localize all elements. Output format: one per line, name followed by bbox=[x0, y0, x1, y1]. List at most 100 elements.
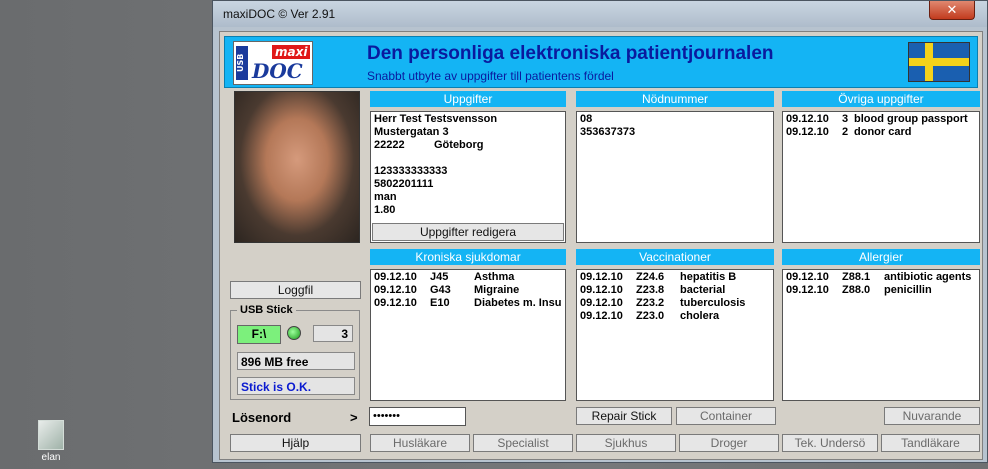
postal-code: 22222 bbox=[374, 139, 405, 151]
desktop-shortcut-label: elan bbox=[41, 452, 61, 463]
flag-cross-horizontal bbox=[909, 58, 969, 66]
stick-status: Stick is O.K. bbox=[237, 377, 355, 395]
specialist-button[interactable]: Specialist bbox=[473, 434, 573, 452]
item-code: Z88.0 bbox=[842, 284, 871, 296]
logo-usb-text: USB bbox=[236, 46, 248, 80]
page-subtitle: Snabbt utbyte av uppgifter till patiente… bbox=[367, 69, 614, 83]
list-item[interactable]: 09.12.10 2 donor card bbox=[786, 126, 976, 139]
help-button[interactable]: Hjälp bbox=[230, 434, 361, 452]
item-text: cholera bbox=[680, 310, 720, 322]
page-title: Den personliga elektroniska patientjourn… bbox=[367, 43, 774, 64]
vaccinationer-box: 09.12.10 Z24.6 hepatitis B 09.12.10 Z23.8 ba… bbox=[576, 269, 774, 401]
item-date: 09.12.10 bbox=[374, 297, 417, 309]
sjukhus-button[interactable]: Sjukhus bbox=[576, 434, 676, 452]
usb-stick-caption: USB Stick bbox=[237, 304, 296, 316]
item-text: antibiotic agents bbox=[884, 271, 972, 283]
item-code: Z88.1 bbox=[842, 271, 871, 283]
patient-name: Herr Test Testsvensson bbox=[374, 113, 498, 125]
item-code: J45 bbox=[430, 271, 449, 283]
item-date: 09.12.10 bbox=[786, 271, 829, 283]
password-arrow: > bbox=[350, 410, 358, 425]
city: Göteborg bbox=[434, 139, 484, 151]
usb-stick-group: USB Stick F:\ 3 896 MB free Stick is O.K… bbox=[230, 304, 360, 400]
item-date: 09.12.10 bbox=[580, 297, 623, 309]
kroniska-header: Kroniska sjukdomar bbox=[370, 249, 566, 265]
item-text: hepatitis B bbox=[680, 271, 737, 283]
logo-maxi-text: maxi bbox=[272, 45, 311, 59]
drive-letter: F:\ bbox=[237, 325, 281, 344]
uppgifter-header: Uppgifter bbox=[370, 91, 566, 107]
file-icon bbox=[38, 420, 64, 450]
item-date: 09.12.10 bbox=[580, 310, 623, 322]
item-text: bacterial bbox=[680, 284, 726, 296]
swedish-flag-icon[interactable] bbox=[908, 42, 970, 82]
patient-height: 1.80 bbox=[374, 204, 396, 216]
item-code: Z23.8 bbox=[636, 284, 665, 296]
password-input[interactable]: ••••••• bbox=[369, 407, 466, 426]
list-item[interactable]: 09.12.10 Z24.6 hepatitis B bbox=[580, 271, 770, 284]
item-code: G43 bbox=[430, 284, 451, 296]
title-bar[interactable]: maxiDOC © Ver 2.91 ✕ bbox=[213, 1, 987, 27]
patient-sex: man bbox=[374, 191, 397, 203]
item-text: Migraine bbox=[474, 284, 520, 296]
item-code: E10 bbox=[430, 297, 450, 309]
client-area: USB maxi DOC Den personliga elektroniska… bbox=[219, 31, 983, 460]
item-text: Diabetes m. Insu bbox=[474, 297, 562, 309]
tandlakare-button[interactable]: Tandläkare bbox=[881, 434, 980, 452]
list-item[interactable]: 09.12.10 Z23.0 cholera bbox=[580, 310, 770, 323]
item-text: penicillin bbox=[884, 284, 932, 296]
item-code: Z23.0 bbox=[636, 310, 665, 322]
item-text: Asthma bbox=[474, 271, 515, 283]
patient-postal-city: 22222 Göteborg bbox=[374, 139, 562, 152]
patient-phone: 123333333333 bbox=[374, 165, 448, 177]
free-space: 896 MB free bbox=[237, 352, 355, 370]
repair-stick-button[interactable]: Repair Stick bbox=[576, 407, 672, 425]
ovriga-header: Övriga uppgifter bbox=[782, 91, 980, 107]
logo-doc-text: DOC bbox=[252, 59, 303, 83]
list-item[interactable]: 09.12.10 3 blood group passport bbox=[786, 113, 976, 126]
emergency-number: 353637373 bbox=[580, 126, 636, 138]
droger-button[interactable]: Droger bbox=[679, 434, 779, 452]
nodnummer-box: 08 353637373 bbox=[576, 111, 774, 243]
maxidoc-logo: USB maxi DOC bbox=[233, 41, 313, 85]
uppgifter-redigera-button[interactable]: Uppgifter redigera bbox=[372, 223, 564, 241]
item-date: 09.12.10 bbox=[580, 271, 623, 283]
container-button[interactable]: Container bbox=[676, 407, 776, 425]
maxidoc-window: maxiDOC © Ver 2.91 ✕ USB maxi DOC Den pe… bbox=[212, 0, 988, 463]
ovriga-box: 09.12.10 3 blood group passport 09.12.10 2 d… bbox=[782, 111, 980, 243]
allergier-header: Allergier bbox=[782, 249, 980, 265]
list-item[interactable]: 09.12.10 G43 Migraine bbox=[374, 284, 562, 297]
nuvarande-button[interactable]: Nuvarande bbox=[884, 407, 980, 425]
patient-id: 5802201111 bbox=[374, 178, 434, 190]
list-item[interactable]: 09.12.10 Z88.1 antibiotic agents bbox=[786, 271, 976, 284]
emergency-number: 08 bbox=[580, 113, 593, 125]
item-date: 09.12.10 bbox=[786, 284, 829, 296]
list-item[interactable]: 09.12.10 J45 Asthma bbox=[374, 271, 562, 284]
patient-street: Mustergatan 3 bbox=[374, 126, 449, 138]
close-button[interactable]: ✕ bbox=[929, 1, 975, 20]
item-code: Z24.6 bbox=[636, 271, 665, 283]
item-date: 09.12.10 bbox=[786, 113, 829, 125]
tek-undersokning-button[interactable]: Tek. Undersö bbox=[782, 434, 878, 452]
loggfil-button[interactable]: Loggfil bbox=[230, 281, 361, 299]
desktop-shortcut-elan[interactable]: elan bbox=[34, 420, 68, 463]
password-label: Lösenord bbox=[232, 410, 292, 425]
list-item[interactable]: 09.12.10 Z23.2 tuberculosis bbox=[580, 297, 770, 310]
patient-photo bbox=[234, 91, 360, 243]
item-date: 09.12.10 bbox=[786, 126, 829, 138]
list-item[interactable]: 09.12.10 E10 Diabetes m. Insu bbox=[374, 297, 562, 310]
drive-count: 3 bbox=[313, 325, 353, 342]
item-text: blood group passport bbox=[854, 113, 968, 125]
kroniska-box: 09.12.10 J45 Asthma 09.12.10 G43 Migraine 09… bbox=[370, 269, 566, 401]
huslakare-button[interactable]: Husläkare bbox=[370, 434, 470, 452]
list-item[interactable]: 09.12.10 Z88.0 penicillin bbox=[786, 284, 976, 297]
vaccinationer-header: Vaccinationer bbox=[576, 249, 774, 265]
item-date: 09.12.10 bbox=[374, 284, 417, 296]
item-date: 09.12.10 bbox=[374, 271, 417, 283]
item-date: 09.12.10 bbox=[580, 284, 623, 296]
list-item[interactable]: 09.12.10 Z23.8 bacterial bbox=[580, 284, 770, 297]
close-icon: ✕ bbox=[946, 2, 958, 17]
nodnummer-header: Nödnummer bbox=[576, 91, 774, 107]
app-header: USB maxi DOC Den personliga elektroniska… bbox=[224, 36, 978, 88]
